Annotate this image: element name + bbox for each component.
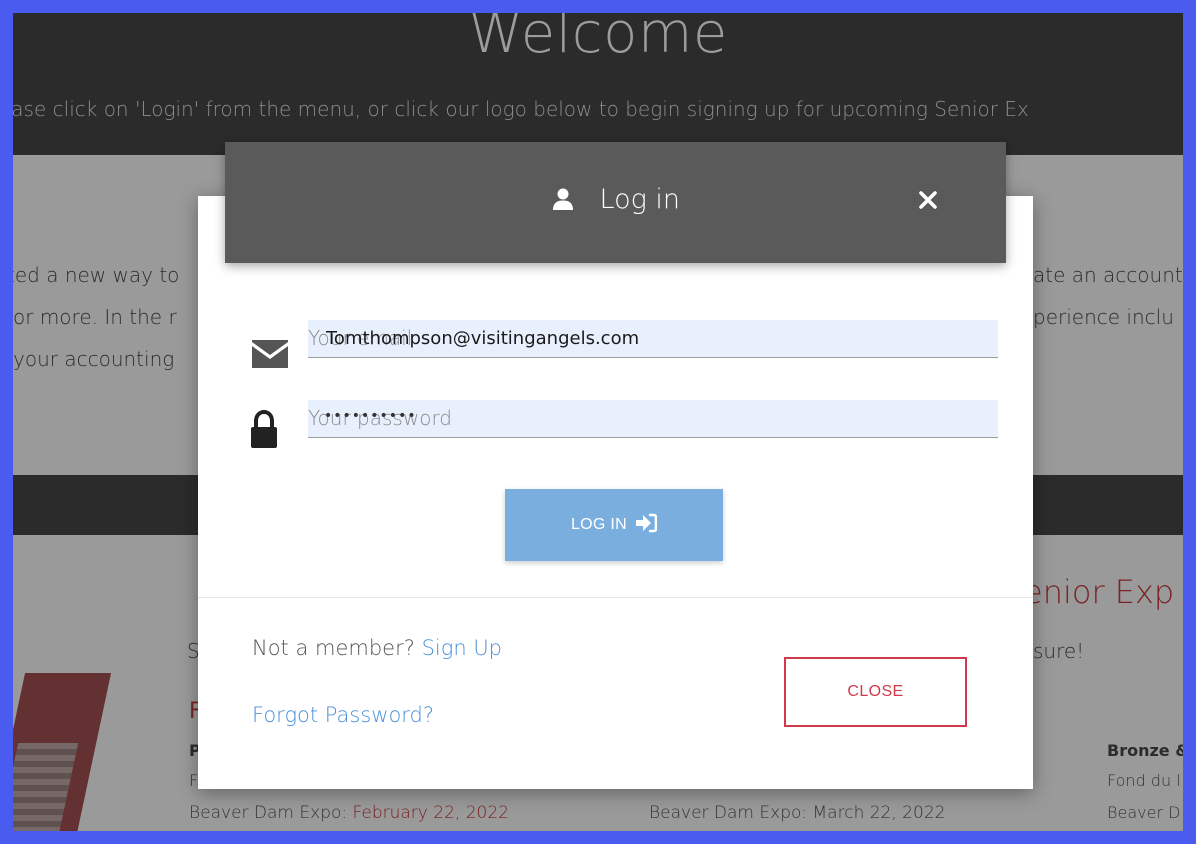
password-masked-value: •••••••••• [324,408,417,424]
bg-col3-line: Fond du l [1107,771,1181,790]
bg-expo-date: Beaver Dam Expo: February 22, 2022 [189,803,509,823]
password-field[interactable]: Your password •••••••••• [308,400,998,438]
user-icon [551,184,600,215]
modal-title: Log in [599,184,681,215]
lock-icon [250,409,278,454]
close-icon[interactable] [916,188,940,212]
envelope-icon [250,338,290,374]
signup-link[interactable]: Sign Up [422,636,502,660]
hero-subtitle: ease click on 'Login' from the menu, or … [13,97,1029,121]
bg-text-line: perience inclu [1033,305,1174,329]
signup-prompt: Not a member? Sign Up [252,636,502,660]
bg-section-heading: enior Exp [1023,573,1175,611]
modal-header: Log in [225,142,1006,263]
not-member-text: Not a member? [252,636,422,660]
hero-title: Welcome [468,13,728,66]
forgot-password-link[interactable]: Forgot Password? [252,703,434,727]
modal-title-wrap: Log in [225,184,1006,215]
password-row: Your password •••••••••• [250,400,1000,448]
login-button[interactable]: LOG IN [505,489,723,561]
close-button[interactable]: CLOSE [784,657,967,727]
bg-text-fragment: sure! [1033,639,1085,663]
bg-line-fragment: F [189,771,199,790]
bg-text-line: your accounting [13,347,175,371]
bg-text-line: ate an account [1033,263,1183,287]
expo-logo-image[interactable] [13,673,112,831]
bg-expo-label: Beaver Dam Expo: [189,803,353,823]
modal-divider [198,597,1033,598]
hero-banner: Welcome ease click on 'Login' from the m… [13,13,1183,155]
email-row: Your email Tomthompson@visitingangels.co… [250,320,1000,368]
bg-col3-line: Beaver D [1107,803,1181,822]
close-button-label: CLOSE [847,683,904,700]
bg-text-line: or more. In the r [13,305,177,329]
bg-col3-heading: Bronze & [1107,741,1183,760]
bg-expo-date-value: February 22, 2022 [352,803,509,823]
bg-expo-date: Beaver Dam Expo: March 22, 2022 [649,803,946,823]
email-field[interactable]: Your email Tomthompson@visitingangels.co… [308,320,998,358]
email-value: Tomthompson@visitingangels.com [326,328,640,349]
login-button-label: LOG IN [570,516,628,533]
bg-text-line: ted a new way to [13,263,180,287]
sign-in-icon [627,513,658,538]
